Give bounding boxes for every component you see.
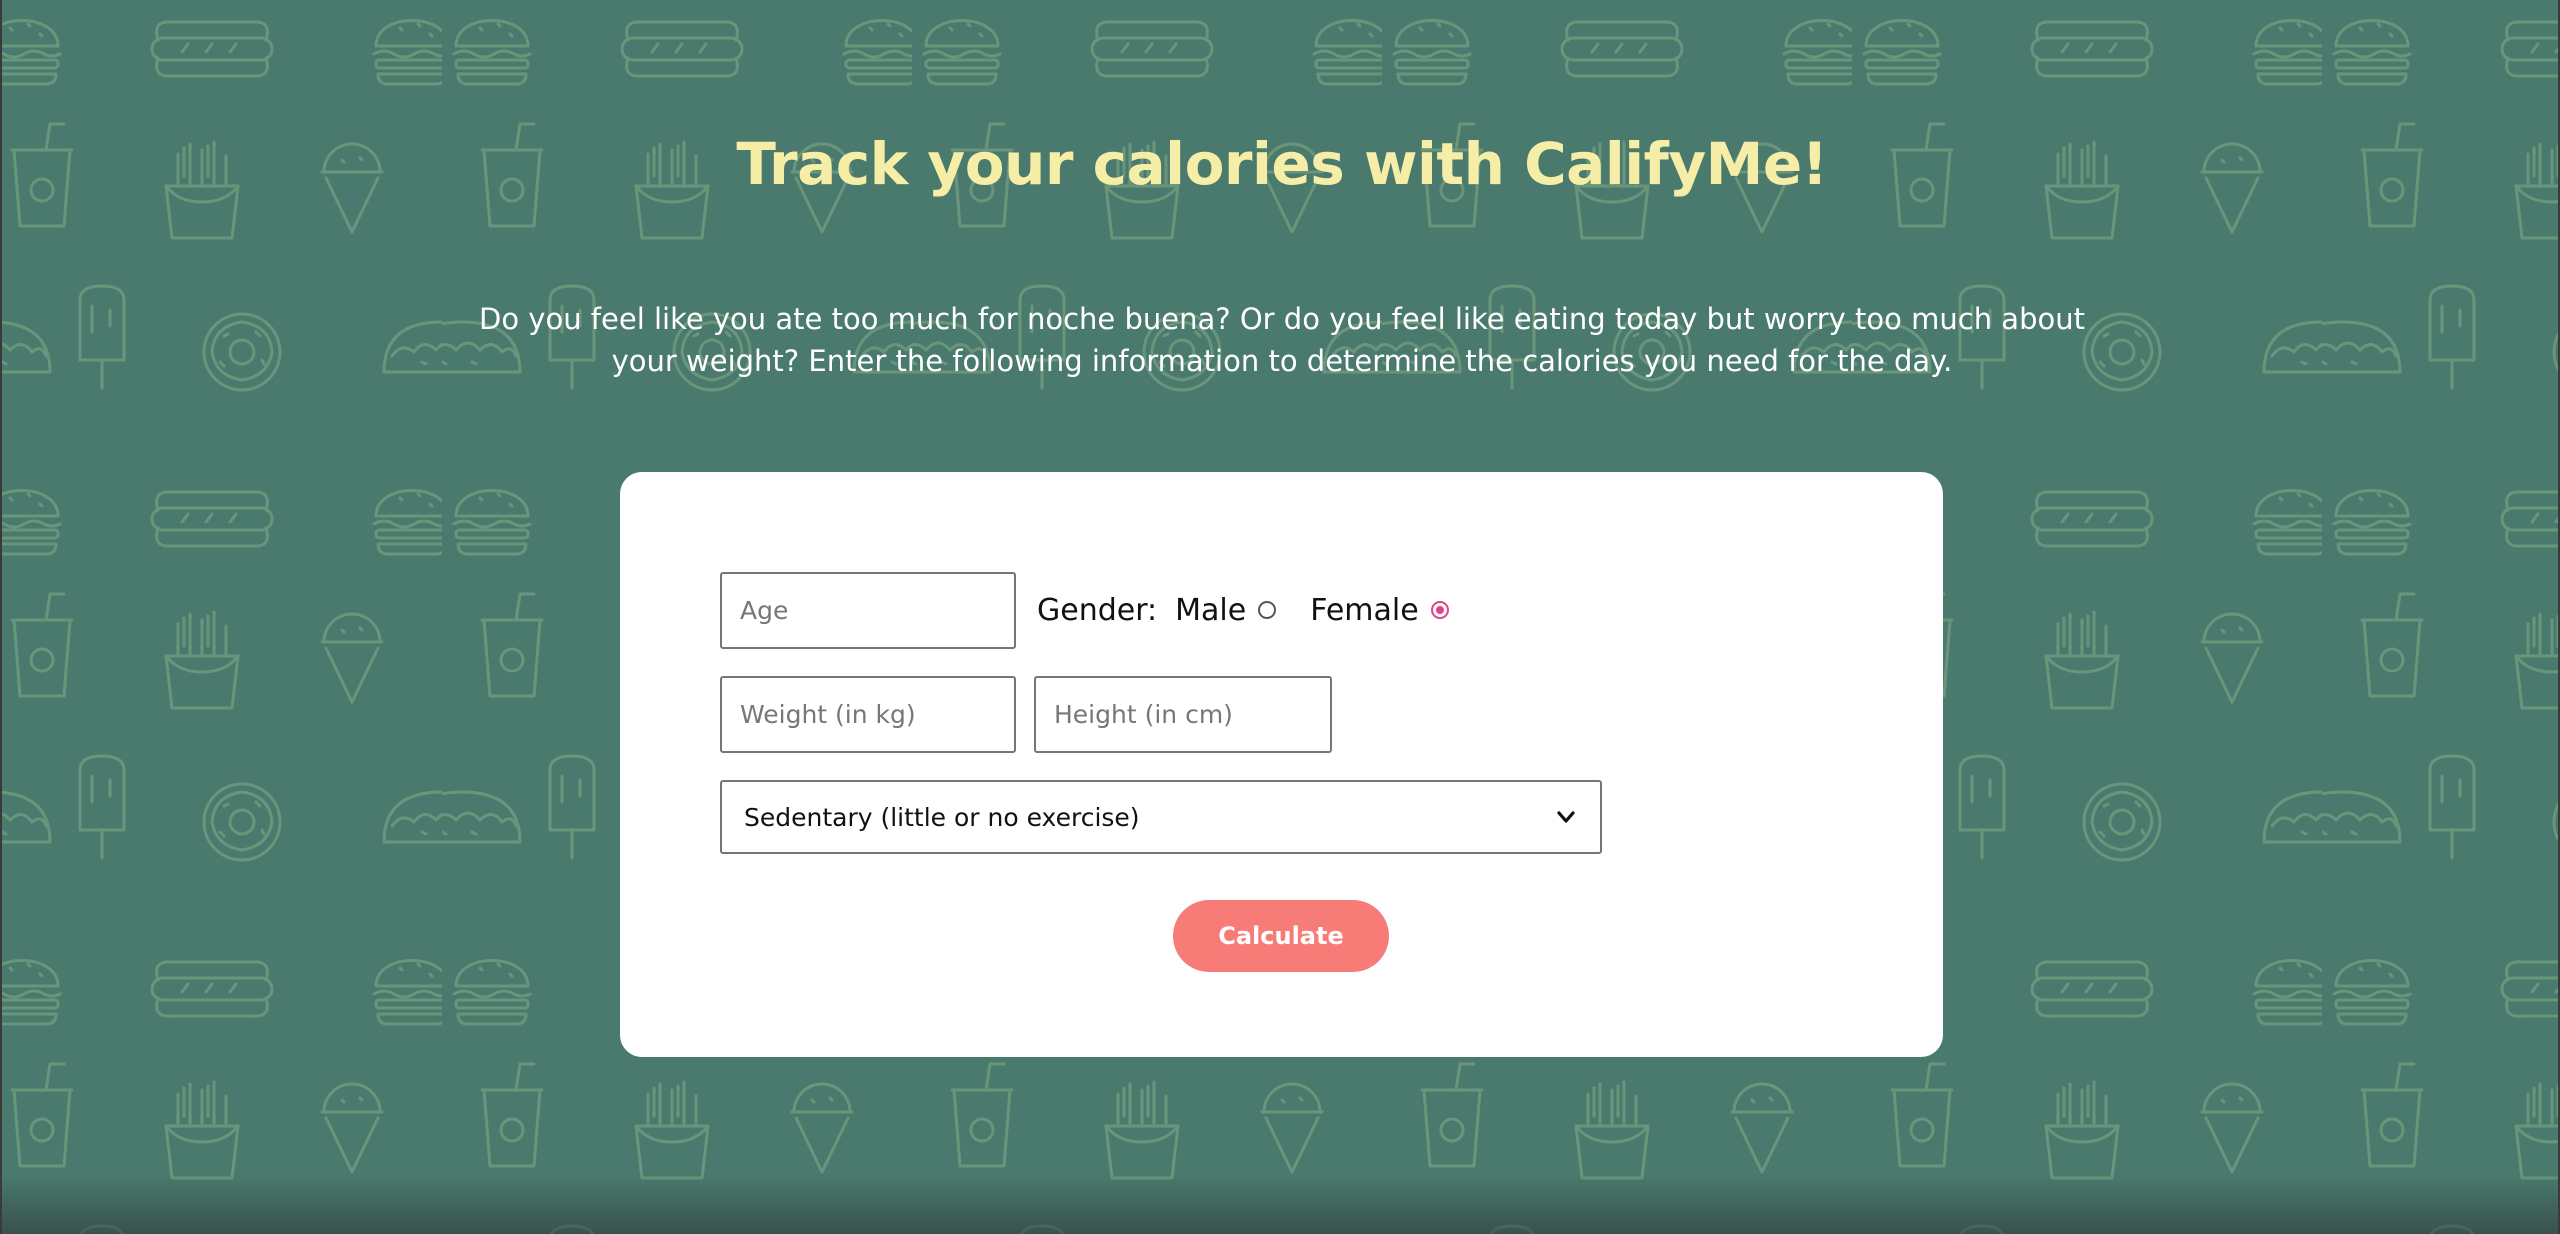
female-radio[interactable]: [1430, 601, 1449, 619]
female-label[interactable]: Female: [1310, 593, 1418, 628]
page-title: Track your calories with CalifyMe!: [736, 130, 1828, 198]
male-label[interactable]: Male: [1175, 593, 1246, 628]
page-frame: Track your calories with CalifyMe! Do yo…: [0, 0, 2560, 1234]
weight-input[interactable]: [720, 676, 1016, 753]
chevron-down-icon: [1557, 811, 1575, 823]
activity-level-select[interactable]: Sedentary (little or no exercise): [720, 780, 1602, 854]
activity-level-value: Sedentary (little or no exercise): [744, 802, 1140, 832]
gender-label: Gender:: [1037, 592, 1158, 628]
calculate-button[interactable]: Calculate: [1173, 900, 1389, 972]
intro-text: Do you feel like you ate too much for no…: [479, 302, 2085, 378]
male-radio[interactable]: [1258, 601, 1277, 619]
gender-selector: Gender: Male Female: [1037, 584, 1449, 636]
height-input[interactable]: [1034, 676, 1332, 753]
main-content: Track your calories with CalifyMe! Do yo…: [2, 0, 2558, 1234]
calorie-form-card: Gender: Male Female Sedentary (little or…: [620, 472, 1943, 1057]
age-input[interactable]: [720, 572, 1016, 649]
